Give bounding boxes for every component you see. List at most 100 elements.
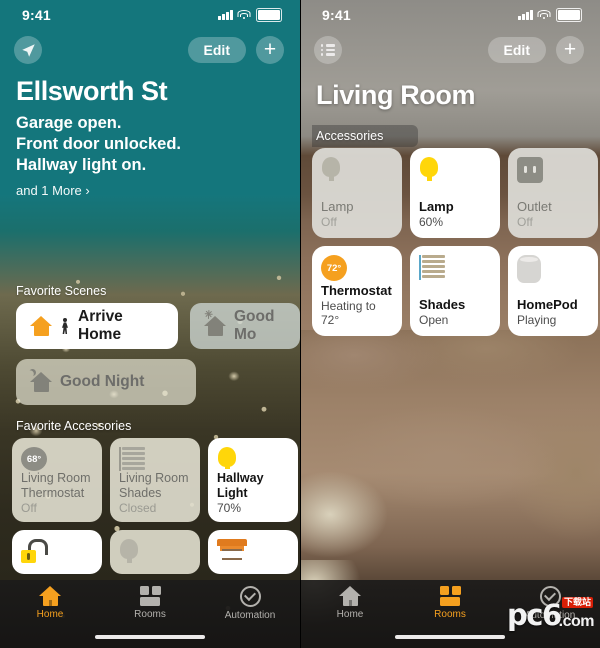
accessory-state: Heating to 72° <box>321 299 376 327</box>
status-bar-clock: 9:41 <box>22 7 51 23</box>
scene-card-good-night[interactable]: Good Night <box>16 359 196 406</box>
house-icon <box>30 316 52 337</box>
wifi-icon <box>537 10 551 20</box>
status-bar-clock: 9:41 <box>322 7 351 23</box>
house-moon-icon <box>30 372 52 393</box>
accessory-card-thermostat[interactable]: 72° Thermostat Heating to 72° <box>312 246 402 336</box>
scene-card-list: Arrive Home Good Mo Good Night <box>0 303 300 406</box>
list-lines-icon <box>321 44 335 56</box>
watermark-suffix: .com <box>558 613 595 630</box>
accessory-card-shades[interactable]: Shades Open <box>410 246 500 336</box>
edit-button[interactable]: Edit <box>187 37 246 63</box>
nav-bar: Edit + <box>300 30 600 64</box>
accessory-state: Closed <box>119 501 157 516</box>
nav-actions: Edit + <box>487 36 584 64</box>
house-sun-icon <box>204 310 226 337</box>
rooms-icon <box>139 586 161 606</box>
tab-label: Automation <box>224 610 276 621</box>
tab-label: Rooms <box>134 609 166 620</box>
accessory-grid: Lamp Off Lamp 60% Outlet Off 72° Thermos… <box>312 148 600 336</box>
status-line-door: Front door unlocked. <box>16 135 181 154</box>
scene-card-good-morning[interactable]: Good Mo <box>190 303 300 350</box>
left-phone-home-screen: 9:41 Edit + Ellsworth St Garage open. Fr… <box>0 0 300 648</box>
homepod-icon <box>517 255 541 283</box>
status-bar-icons <box>518 7 582 23</box>
accessory-title: Living Room Thermostat <box>21 471 91 500</box>
scene-name: Arrive Home <box>78 308 123 344</box>
blinds-open-icon <box>419 255 445 280</box>
favorite-scenes-section: Favorite Scenes Arrive Home Good Mo Good… <box>0 284 300 406</box>
tab-automation[interactable]: Automation <box>200 586 300 621</box>
tab-home[interactable]: Home <box>0 586 100 620</box>
lightbulb-on-icon <box>419 157 439 183</box>
scene-card-arrive-home[interactable]: Arrive Home <box>16 303 178 350</box>
accessory-title: Outlet <box>517 199 552 214</box>
home-indicator <box>395 635 505 639</box>
accessory-card-lamp-off[interactable]: Lamp Off <box>312 148 402 238</box>
thermostat-dial-icon: 68° <box>21 447 47 472</box>
tab-label: Home <box>36 609 64 620</box>
accessory-state: Off <box>321 215 337 229</box>
accessory-title: Shades <box>419 297 466 312</box>
accessory-card-living-room-shades[interactable]: Living Room Shades Closed <box>110 438 200 523</box>
home-icon <box>339 586 361 606</box>
watermark-name: pc6 <box>507 598 562 632</box>
home-indicator <box>95 635 205 639</box>
watermark: pc6 .com 下载站 <box>507 597 595 632</box>
accessory-state: Off <box>21 501 37 516</box>
scene-row-1: Arrive Home Good Mo <box>16 303 300 350</box>
lightbulb-off-icon <box>321 157 341 183</box>
right-phone-room-screen: 9:41 Edit + Living Room Accessories Lamp… <box>300 0 600 648</box>
add-button[interactable]: + <box>256 36 284 64</box>
lightbulb-off-icon <box>119 539 139 565</box>
accessory-title: Thermostat <box>321 283 392 298</box>
outlet-icon <box>517 157 543 183</box>
blinds-icon <box>119 447 145 472</box>
status-line-light: Hallway light on. <box>16 156 147 175</box>
status-bar: 9:41 <box>300 0 600 30</box>
favorite-scenes-label: Favorite Scenes <box>16 284 107 299</box>
tab-home[interactable]: Home <box>300 586 400 620</box>
accessory-card-living-room-thermostat[interactable]: 68° Living Room Thermostat Off <box>12 438 102 523</box>
edit-button[interactable]: Edit <box>487 37 546 63</box>
accessory-card-front-door-lock[interactable] <box>12 530 102 575</box>
scene-name: Good Night <box>60 373 145 391</box>
accessory-grid: 68° Living Room Thermostat Off Living Ro… <box>0 438 300 575</box>
accessory-state: Open <box>419 313 449 327</box>
scene-row-2: Good Night <box>16 359 300 406</box>
accessory-title: HomePod <box>517 297 578 312</box>
accessory-card-homepod[interactable]: HomePod Playing <box>508 246 598 336</box>
lightbulb-icon <box>217 447 237 471</box>
unlocked-padlock-icon <box>21 539 48 564</box>
accessory-card-garage-door[interactable] <box>208 530 298 575</box>
battery-icon <box>255 7 282 23</box>
cellular-signal-icon <box>518 10 533 20</box>
tab-rooms[interactable]: Rooms <box>400 586 500 620</box>
and-more-link[interactable]: and 1 More › <box>16 183 284 198</box>
accessory-card-lamp-on[interactable]: Lamp 60% <box>410 148 500 238</box>
rooms-icon <box>439 586 461 606</box>
accessories-label: Accessories <box>316 129 384 143</box>
accessory-card-lamp-off[interactable] <box>110 530 200 575</box>
accessory-state: Playing <box>517 313 557 327</box>
location-arrow-icon[interactable] <box>14 36 42 64</box>
watermark-badge: 下载站 <box>561 597 593 608</box>
wifi-icon <box>237 10 251 20</box>
dual-phone-screenshot: 9:41 Edit + Ellsworth St Garage open. Fr… <box>0 0 600 648</box>
accessory-card-outlet[interactable]: Outlet Off <box>508 148 598 238</box>
status-bar-icons <box>218 7 282 23</box>
tab-rooms[interactable]: Rooms <box>100 586 200 620</box>
page-title: Living Room <box>316 80 476 110</box>
status-bar: 9:41 <box>0 0 300 30</box>
accessory-state: Off <box>517 215 533 229</box>
status-line-garage: Garage open. <box>16 114 122 132</box>
home-header: Ellsworth St Garage open. Front door unl… <box>0 64 300 198</box>
home-icon <box>39 586 61 606</box>
garage-door-icon <box>217 539 247 561</box>
battery-icon <box>555 7 582 23</box>
room-list-icon[interactable] <box>314 36 342 64</box>
add-button[interactable]: + <box>556 36 584 64</box>
accessory-card-hallway-light[interactable]: Hallway Light 70% <box>208 438 298 523</box>
accessory-state: 70% <box>217 501 242 516</box>
accessory-state: 60% <box>419 215 444 229</box>
